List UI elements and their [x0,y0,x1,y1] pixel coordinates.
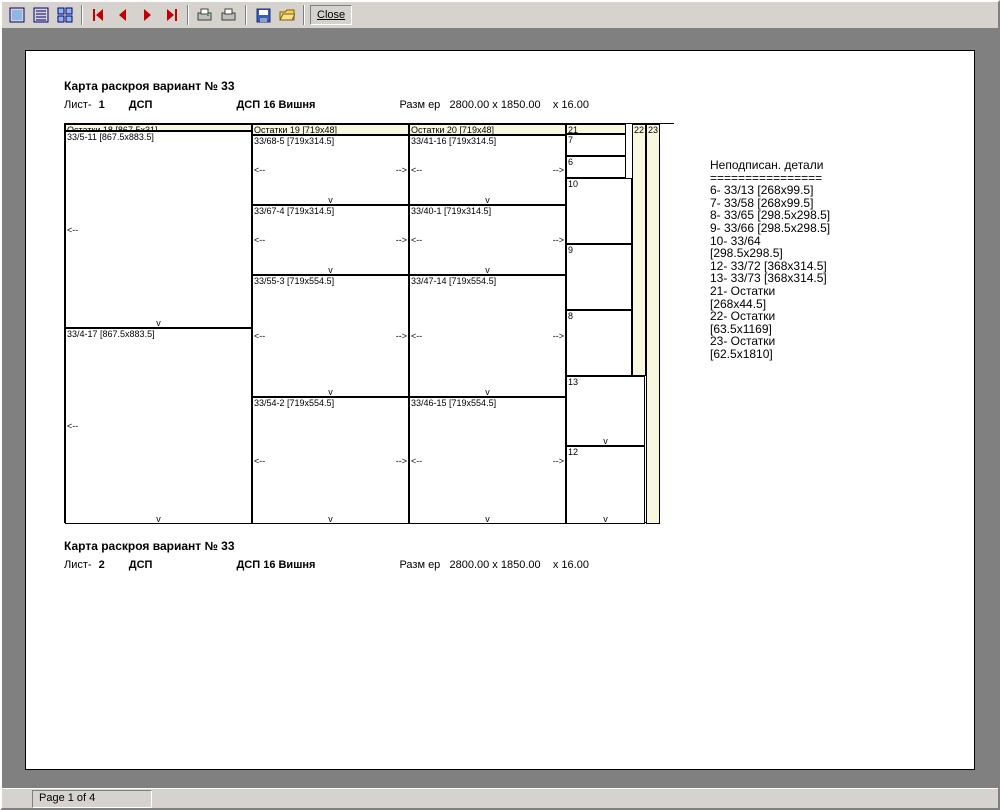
nav-prev-button[interactable] [112,4,134,26]
open-button[interactable] [276,4,298,26]
view-mode-2-button[interactable] [30,4,52,26]
sheet-label: Лист- [64,99,92,111]
piece-33-4-17: 33/4-17 [867.5x883.5] <-- v [65,328,252,524]
piece-ost18: Остатки 18 [867.5x31] [65,124,252,131]
piece-33-55-3: 33/55-3 [719x554.5] <---->v [252,275,409,397]
sheet-number: 2 [99,559,105,571]
piece-n9: 9 [566,244,632,310]
material-name: ДСП 16 Вишня [236,559,315,571]
piece-33-54-2: 33/54-2 [719x554.5] <---->v [252,397,409,524]
piece-n21: 21 [566,124,626,134]
thickness-value: x 16.00 [553,99,589,111]
piece-n13: 13v [566,376,645,446]
size-label: Разм ер [399,99,440,111]
material-code: ДСП [129,99,153,111]
unsigned-line: 22- Остатки [710,310,954,323]
toolbar-separator [81,5,83,25]
piece-n8: 8 [566,310,632,376]
status-bar: Page 1 of 4 [2,788,998,808]
piece-33-5-11: 33/5-11 [867.5x883.5] <-- v [65,131,252,328]
size-label: Разм ер [399,559,440,571]
unsigned-details: Неподписан. детали ================ 6- 3… [710,79,954,583]
cutting-sheet: Остатки 18 [867.5x31] 33/5-11 [867.5x883… [64,123,674,523]
unsigned-line: [298.5x298.5] [710,247,954,260]
piece-33-47-14: 33/47-14 [719x554.5] <---->v [409,275,566,397]
material-name: ДСП 16 Вишня [236,99,315,111]
print-button[interactable] [218,4,240,26]
sheet-meta: Лист- 1 ДСП ДСП 16 Вишня Разм ер 2800.00… [64,99,684,111]
piece-33-41-16: 33/41-16 [719x314.5] <---->v [409,135,566,205]
save-button[interactable] [252,4,274,26]
size-value: 2800.00 x 1850.00 [449,99,540,111]
piece-ost19: Остатки 19 [719x48] [252,124,409,135]
unsigned-line: 6- 33/13 [268x99.5] [710,184,954,197]
piece-33-67-4: 33/67-4 [719x314.5] <---->v [252,205,409,275]
unsigned-title: Неподписан. детали [710,159,954,172]
toolbar-separator [245,5,247,25]
sheet-meta: Лист- 2 ДСП ДСП 16 Вишня Разм ер 2800.00… [64,559,684,571]
sheet-title: Карта раскроя вариант № 33 [64,79,684,93]
print-setup-button[interactable] [194,4,216,26]
piece-ost20: Остатки 20 [719x48] [409,124,566,135]
piece-33-68-5: 33/68-5 [719x314.5] <---->v [252,135,409,205]
report-viewport[interactable]: Карта раскроя вариант № 33 Лист- 1 ДСП Д… [2,30,998,788]
unsigned-line: 9- 33/66 [298.5x298.5] [710,222,954,235]
status-page: Page 1 of 4 [32,790,152,808]
report-page: Карта раскроя вариант № 33 Лист- 1 ДСП Д… [25,50,975,770]
view-mode-1-button[interactable] [6,4,28,26]
unsigned-line: 21- Остатки [710,285,954,298]
view-mode-3-button[interactable] [54,4,76,26]
piece-n10: 10 [566,178,632,244]
thickness-value: x 16.00 [553,559,589,571]
nav-last-button[interactable] [160,4,182,26]
piece-n7: 7 [566,134,626,156]
sheet-title: Карта раскроя вариант № 33 [64,539,684,553]
toolbar-separator [303,5,305,25]
piece-n22: 22 [632,124,646,376]
piece-33-40-1: 33/40-1 [719x314.5] <---->v [409,205,566,275]
toolbar: Close [2,2,998,30]
nav-next-button[interactable] [136,4,158,26]
close-button[interactable]: Close [310,5,352,25]
piece-n23: 23 [646,124,660,524]
size-value: 2800.00 x 1850.00 [449,559,540,571]
toolbar-separator [187,5,189,25]
sheet-number: 1 [99,99,105,111]
piece-33-46-15: 33/46-15 [719x554.5] <---->v [409,397,566,524]
piece-n6: 6 [566,156,626,178]
sheet-label: Лист- [64,559,92,571]
material-code: ДСП [129,559,153,571]
unsigned-line: [62.5x1810] [710,348,954,361]
piece-n12: 12v [566,446,645,524]
nav-first-button[interactable] [88,4,110,26]
